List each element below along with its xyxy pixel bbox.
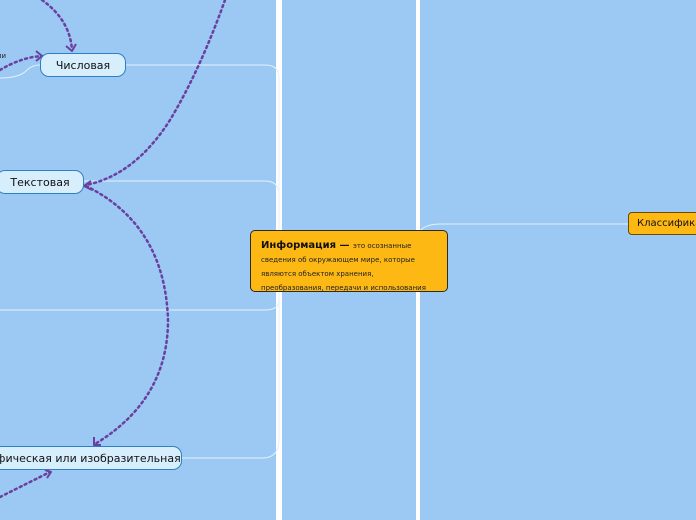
topic-text[interactable]: Текстовая [0, 170, 84, 194]
topic-text-label: Текстовая [10, 175, 70, 189]
arrowhead-text [83, 180, 93, 191]
relationship-arc-text-top [84, 0, 227, 187]
topic-classification-label: Классификац [637, 218, 696, 229]
relationship-arc-graphic [0, 470, 52, 499]
branch-line-graphic [181, 267, 280, 459]
topic-numeric-label: Числовая [55, 58, 111, 72]
central-topic-title: Информация — [261, 240, 350, 251]
stray-label: ли [0, 52, 7, 60]
branch-line-classification [415, 223, 630, 239]
relationship-arc-text-graphic [84, 184, 170, 446]
topic-numeric[interactable]: Числовая [40, 53, 126, 77]
topic-classification[interactable]: Классификац [628, 212, 696, 235]
topic-graphic-label: афическая или изобразительная [0, 451, 181, 465]
relationship-arc-stray [0, 54, 44, 72]
central-topic[interactable]: Информация — это осознанные сведения об … [250, 230, 448, 292]
topic-graphic[interactable]: афическая или изобразительная [0, 446, 182, 470]
relationship-arc-numeric [40, 0, 74, 52]
